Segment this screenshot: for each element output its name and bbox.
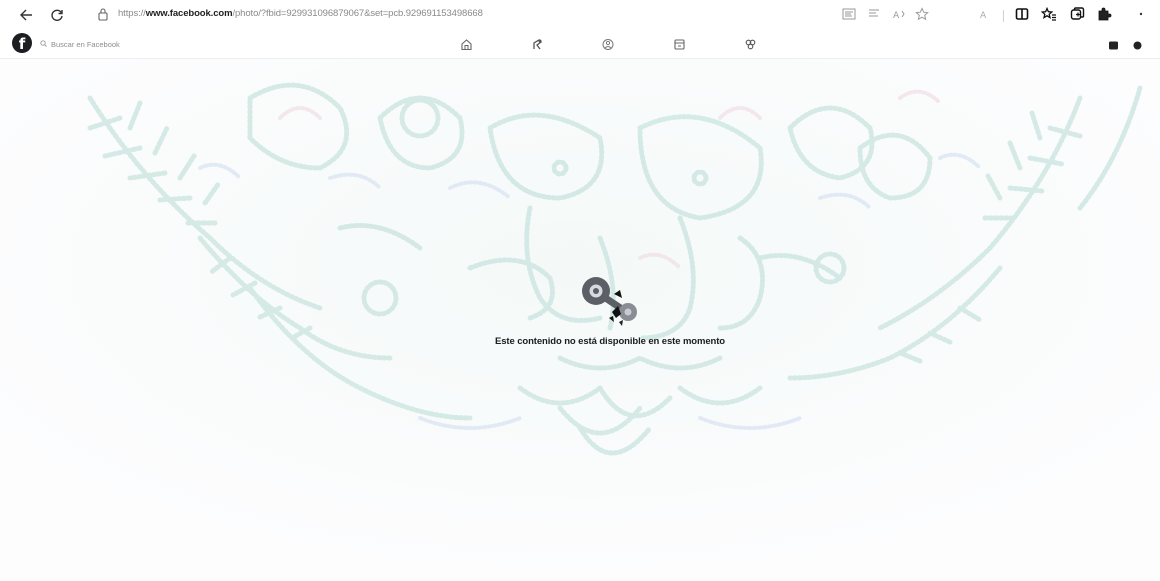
browser-toolbar: https://www.facebook.com/photo/?fbid=929… bbox=[0, 0, 1160, 30]
gaming-icon[interactable] bbox=[740, 35, 760, 53]
home-icon[interactable] bbox=[456, 35, 476, 53]
url-host: www.facebook.com bbox=[145, 8, 233, 19]
groups-icon[interactable] bbox=[598, 35, 618, 53]
marketplace-icon[interactable] bbox=[669, 35, 689, 53]
facebook-header: f Buscar en Facebook bbox=[0, 30, 1160, 59]
back-arrow-icon[interactable] bbox=[15, 4, 37, 26]
toolbar-divider bbox=[1003, 10, 1004, 22]
more-icon[interactable] bbox=[1132, 5, 1150, 23]
collections-icon[interactable] bbox=[1068, 5, 1086, 23]
messenger-icon[interactable] bbox=[1108, 38, 1119, 50]
unavailable-message: Este contenido no está disponible en est… bbox=[495, 336, 725, 347]
profile-icon[interactable]: A bbox=[975, 5, 993, 23]
search-icon bbox=[40, 39, 47, 49]
search-placeholder: Buscar en Facebook bbox=[51, 39, 120, 49]
svg-text:A: A bbox=[980, 11, 987, 20]
search-input[interactable]: Buscar en Facebook bbox=[40, 37, 120, 51]
extensions-icon[interactable] bbox=[1095, 5, 1113, 23]
watch-icon[interactable] bbox=[527, 35, 547, 53]
split-screen-icon[interactable] bbox=[1013, 5, 1031, 23]
site-info-icon[interactable] bbox=[97, 7, 109, 21]
svg-text:A: A bbox=[893, 11, 900, 20]
facebook-logo-letter: f bbox=[18, 35, 26, 53]
reload-icon[interactable] bbox=[46, 4, 68, 26]
read-aloud-icon[interactable] bbox=[840, 5, 858, 23]
favorite-star-icon[interactable] bbox=[913, 5, 931, 23]
immersive-reader-icon[interactable] bbox=[865, 5, 883, 23]
address-bar[interactable]: https://www.facebook.com/photo/?fbid=929… bbox=[118, 8, 483, 19]
facebook-logo-icon[interactable]: f bbox=[12, 33, 32, 53]
notifications-icon[interactable] bbox=[1132, 38, 1143, 50]
url-path: /photo/?fbid=929931096879067&set=pcb.929… bbox=[232, 8, 483, 19]
broken-link-icon bbox=[582, 277, 637, 326]
font-icon[interactable]: A bbox=[890, 5, 908, 23]
url-prefix: https:// bbox=[118, 8, 146, 19]
page: https://www.facebook.com/photo/?fbid=929… bbox=[0, 0, 1160, 581]
favorites-icon[interactable] bbox=[1040, 5, 1058, 23]
